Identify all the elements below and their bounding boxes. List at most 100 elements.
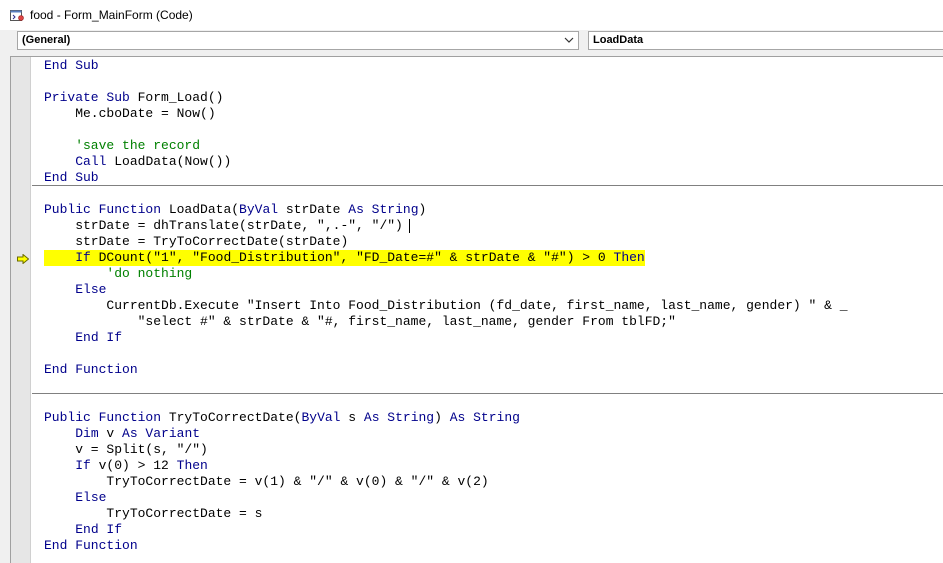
code-line[interactable]: strDate = dhTranslate(strDate, ",.-", "/… [11,218,943,234]
code-token: v(0) > 12 [90,458,177,473]
code-line-text: Me.cboDate = Now() [44,106,216,122]
code-token: s [340,410,364,425]
code-editor[interactable]: End Sub Private Sub Form_Load() Me.cboDat… [10,56,943,563]
code-lines: End Sub Private Sub Form_Load() Me.cboDat… [11,58,943,554]
code-line[interactable] [11,74,943,90]
code-line-text: Else [44,490,106,506]
code-line[interactable]: End Function [11,538,943,554]
keyword-token: Public Function [44,410,162,425]
code-line-text: "select #" & strDate & "#, first_name, l… [44,314,676,330]
code-token: strDate = dhTranslate(strDate, ",.-", "/… [44,218,403,233]
code-line-text: Public Function LoadData(ByVal strDate A… [44,202,426,218]
code-token: CurrentDb.Execute "Insert Into Food_Dist… [44,298,848,313]
highlighted-statement: If DCount("1", "Food_Distribution", "FD_… [44,250,645,266]
keyword-token: As String [363,410,435,425]
code-line[interactable]: Private Sub Form_Load() [11,90,943,106]
code-line-text: Private Sub Form_Load() [44,90,223,106]
code-window-icon [10,10,24,21]
comment-token: 'do nothing [44,266,193,281]
code-line[interactable]: TryToCorrectDate = v(1) & "/" & v(0) & "… [11,474,943,490]
code-line[interactable] [11,122,943,138]
code-line[interactable]: CurrentDb.Execute "Insert Into Food_Dist… [11,298,943,314]
code-line[interactable]: Me.cboDate = Now() [11,106,943,122]
code-line[interactable]: End Function [11,362,943,378]
code-line[interactable]: End If [11,522,943,538]
keyword-token: ByVal [239,202,279,217]
code-line[interactable] [11,378,943,394]
code-line[interactable]: End Sub [11,170,943,186]
code-line[interactable]: Else [11,282,943,298]
code-token: v [98,426,123,441]
code-line-text: strDate = dhTranslate(strDate, ",.-", "/… [44,218,403,234]
code-line[interactable]: 'do nothing [11,266,943,282]
keyword-token: End Function [44,538,138,553]
code-token: TryToCorrectDate = v(1) & "/" & v(0) & "… [44,474,489,489]
code-line[interactable]: Public Function TryToCorrectDate(ByVal s… [11,410,943,426]
keyword-token: Private Sub [44,90,130,105]
keyword-token: As String [449,410,520,425]
keyword-token: As Variant [122,426,201,441]
code-line-text: CurrentDb.Execute "Insert Into Food_Dist… [44,298,848,314]
code-line[interactable]: Else [11,490,943,506]
code-line[interactable] [11,186,943,202]
keyword-token: End If [75,330,123,345]
code-line[interactable]: "select #" & strDate & "#, first_name, l… [11,314,943,330]
code-line-text: strDate = TryToCorrectDate(strDate) [44,234,348,250]
code-line[interactable]: strDate = TryToCorrectDate(strDate) [11,234,943,250]
procedure-separator [32,393,943,394]
code-token: "select #" & strDate & "#, first_name, l… [44,314,676,329]
keyword-token: End Function [44,362,138,377]
code-line[interactable]: End Sub [11,58,943,74]
procedure-combobox[interactable]: LoadData [588,31,943,50]
code-line-text: TryToCorrectDate = v(1) & "/" & v(0) & "… [44,474,489,490]
code-token: LoadData(Now()) [106,154,232,169]
code-line[interactable]: Call LoadData(Now()) [11,154,943,170]
code-line-text: TryToCorrectDate = s [44,506,262,522]
comment-token: 'save the record [44,138,201,153]
code-line[interactable]: End If [11,330,943,346]
code-line[interactable]: If DCount("1", "Food_Distribution", "FD_… [11,250,943,266]
code-line[interactable]: v = Split(s, "/") [11,442,943,458]
code-line[interactable] [11,394,943,410]
code-line[interactable]: TryToCorrectDate = s [11,506,943,522]
text-cursor [409,219,410,233]
code-token: Me.cboDate = Now() [44,106,216,121]
code-line[interactable]: 'save the record [11,138,943,154]
keyword-token: End Sub [44,58,99,73]
code-line-text: Call LoadData(Now()) [44,154,231,170]
object-combobox[interactable]: (General) [17,31,579,50]
code-line[interactable]: Dim v As Variant [11,426,943,442]
chevron-down-icon[interactable] [564,35,574,45]
code-token: TryToCorrectDate( [161,410,302,425]
code-token: v = Split(s, "/") [44,442,208,457]
code-line-text: Public Function TryToCorrectDate(ByVal s… [44,410,520,426]
code-line-text: End If [44,522,122,538]
keyword-token: If [75,458,91,473]
code-token: strDate [278,202,349,217]
keyword-token: Else [75,490,107,505]
window-title: food - Form_MainForm (Code) [30,8,193,22]
keyword-token: If [75,250,91,265]
object-combobox-value: (General) [22,34,71,46]
title-bar: food - Form_MainForm (Code) [0,0,943,30]
keyword-token: Then [613,250,645,265]
code-line[interactable]: If v(0) > 12 Then [11,458,943,474]
code-line-text: 'do nothing [44,266,192,282]
code-line-text: v = Split(s, "/") [44,442,208,458]
code-token: Form_Load() [129,90,224,105]
keyword-token: Call [75,154,107,169]
keyword-token: Then [176,458,208,473]
code-line-text: Dim v As Variant [44,426,200,442]
keyword-token: Else [75,282,107,297]
code-token: ) [418,202,427,217]
code-line[interactable]: Public Function LoadData(ByVal strDate A… [11,202,943,218]
code-line[interactable] [11,346,943,362]
keyword-token: End If [75,522,123,537]
code-line-text: End Function [44,362,138,378]
